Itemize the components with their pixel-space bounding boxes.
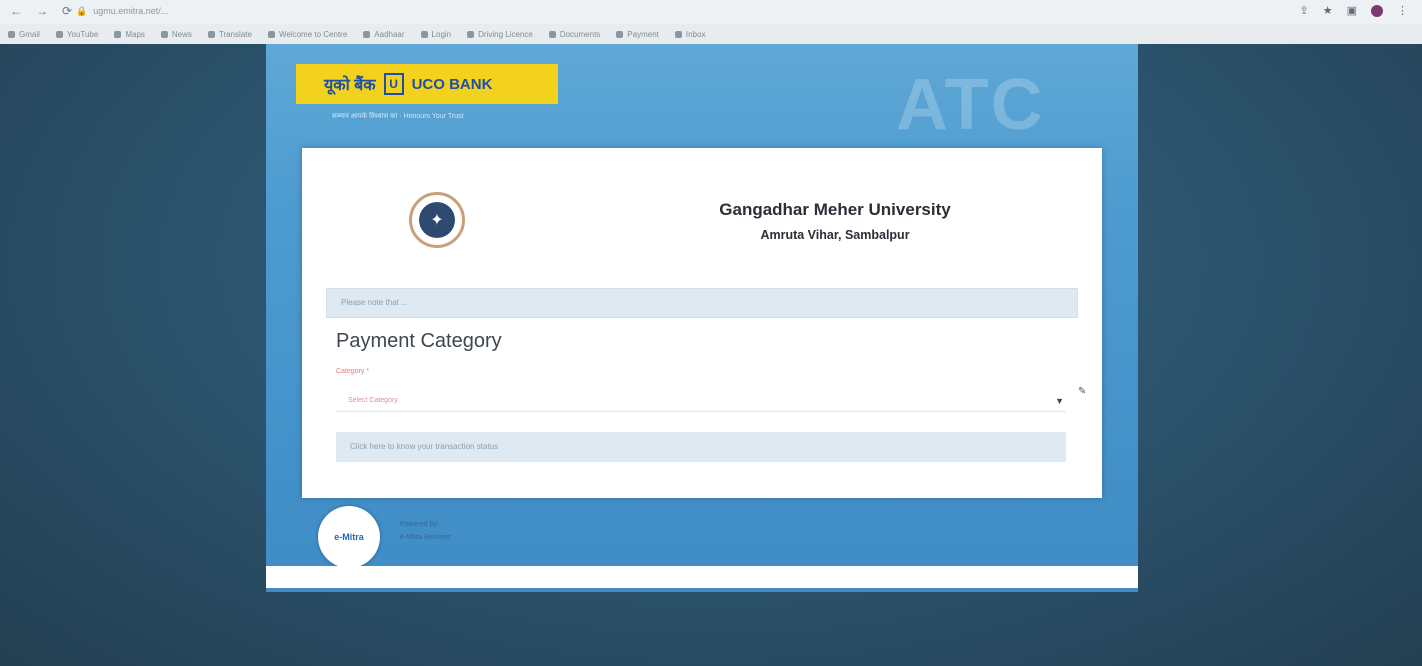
bookmark-item[interactable]: News	[160, 30, 192, 39]
bookmark-item[interactable]: Inbox	[674, 30, 705, 39]
bookmark-item[interactable]: Aadhaar	[363, 30, 405, 39]
bookmark-item[interactable]: Payment	[616, 30, 659, 39]
emitra-brand: e-Mitra	[334, 532, 364, 542]
bookmark-icon	[363, 30, 371, 38]
bank-logo: यूको बैंक U UCO BANK	[296, 64, 558, 104]
university-emblem-icon: ✦	[419, 202, 455, 238]
address-bar[interactable]: 🔒 ugmu.emitra.net/...	[76, 4, 416, 19]
bookmark-item[interactable]: Maps	[114, 30, 145, 39]
reload-icon[interactable]: ⟳	[62, 4, 72, 18]
category-select-value: Select Category	[348, 397, 398, 404]
emitra-logo: e-Mitra	[318, 506, 380, 568]
back-icon[interactable]: ←	[10, 4, 22, 18]
footer-strip	[266, 566, 1138, 588]
bookmark-icon	[160, 30, 168, 38]
bank-tagline: सम्मान आपके विश्वास का · Honours Your Tr…	[332, 113, 464, 120]
bookmark-icon	[8, 30, 15, 38]
page-viewport: ATC यूको बैंक U UCO BANK सम्मान आपके विश…	[0, 44, 1422, 666]
footer-line-2: e-Mitra Services	[400, 534, 451, 541]
bookmark-icon	[114, 30, 122, 38]
pencil-icon: ✎	[1078, 386, 1087, 397]
footer-line-1: Powered by	[400, 521, 437, 528]
category-select[interactable]: Select Category ▼	[336, 390, 1066, 412]
bookmark-icon	[267, 30, 275, 38]
bookmark-item[interactable]: Translate	[207, 30, 252, 39]
extensions-icon[interactable]: ▣	[1347, 4, 1357, 17]
bookmark-icon	[674, 30, 682, 38]
payment-card: ✦ Gangadhar Meher University Amruta Viha…	[302, 148, 1102, 498]
bookmark-item[interactable]: Documents	[548, 30, 600, 39]
bookmark-item[interactable]: YouTube	[55, 30, 98, 39]
bookmark-item[interactable]: Driving Licence	[467, 30, 533, 39]
notice-banner: Please note that ...	[326, 288, 1078, 318]
menu-icon[interactable]: ⋮	[1397, 4, 1408, 17]
bank-hindi-name: यूको बैंक	[324, 77, 376, 94]
bookmarks-bar: Gmail YouTube Maps News Translate Welcom…	[0, 24, 1422, 44]
bookmark-icon	[548, 30, 556, 38]
bookmark-item[interactable]: Login	[420, 30, 451, 39]
university-logo: ✦	[409, 192, 465, 248]
university-location: Amruta Vihar, Sambalpur	[760, 228, 910, 242]
lock-icon: 🔒	[76, 6, 88, 16]
bookmark-icon	[467, 30, 475, 38]
chevron-down-icon: ▼	[1055, 396, 1064, 406]
bookmark-icon	[207, 30, 215, 38]
browser-actions: ⇪ ★ ▣ ⋮	[1300, 4, 1408, 17]
bookmark-icon	[55, 30, 63, 38]
bookmark-icon	[420, 30, 428, 38]
page-frame: ATC यूको बैंक U UCO BANK सम्मान आपके विश…	[266, 44, 1138, 592]
bookmark-item[interactable]: Gmail	[8, 30, 40, 39]
transaction-status-link[interactable]: Click here to know your transaction stat…	[336, 432, 1066, 462]
profile-avatar[interactable]	[1371, 4, 1383, 17]
bank-name: UCO BANK	[411, 75, 493, 93]
page-title: Payment Category	[336, 330, 502, 352]
watermark-logo: ATC	[896, 65, 1045, 145]
category-label: Category *	[336, 368, 370, 375]
browser-nav: ← → ⟳	[10, 4, 72, 18]
browser-toolbar: ← → ⟳ 🔒 ugmu.emitra.net/... ⇪ ★ ▣ ⋮	[0, 0, 1422, 24]
bookmark-icon	[616, 30, 624, 38]
forward-icon[interactable]: →	[36, 4, 48, 18]
university-name: Gangadhar Meher University	[719, 200, 951, 219]
star-icon[interactable]: ★	[1323, 4, 1333, 17]
url-text: ugmu.emitra.net/...	[93, 6, 169, 16]
share-icon[interactable]: ⇪	[1300, 4, 1309, 17]
footer-text: Powered by e-Mitra Services	[400, 518, 451, 544]
bank-mark-icon: U	[383, 73, 404, 95]
bookmark-item[interactable]: Welcome to Centre	[267, 30, 347, 39]
